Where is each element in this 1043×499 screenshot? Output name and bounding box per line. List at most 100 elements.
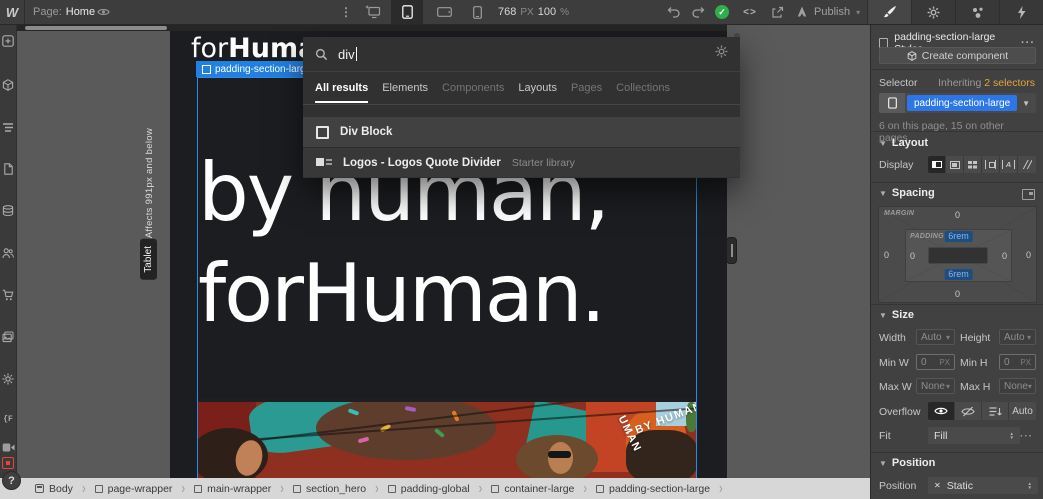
padding-top-value[interactable]: 6rem xyxy=(944,231,973,242)
navigator-icon[interactable] xyxy=(0,119,16,135)
inheriting-info[interactable]: Inheriting 2 selectors xyxy=(938,77,1035,89)
selector-field[interactable]: padding-section-large ▼ xyxy=(879,93,1036,113)
video-icon[interactable] xyxy=(0,439,16,455)
undo-icon[interactable] xyxy=(664,0,684,24)
position-select[interactable]: ✕ Static ▲ ▼ xyxy=(928,477,1038,494)
tab-collections[interactable]: Collections xyxy=(616,82,670,94)
display-grid-icon[interactable] xyxy=(964,156,982,173)
add-elements-icon[interactable] xyxy=(0,33,16,49)
search-result-div-block[interactable]: Div Block xyxy=(303,117,740,147)
breakpoint-tablet-icon[interactable] xyxy=(391,0,423,24)
more-menu-icon[interactable]: ⋮ xyxy=(340,0,352,24)
overflow-visible-eye-icon[interactable] xyxy=(928,402,955,420)
overflow-hidden-eye-slash-icon[interactable] xyxy=(955,402,982,420)
chevron-separator-icon: › xyxy=(280,480,284,497)
selector-caret-icon[interactable]: ▼ xyxy=(1022,99,1030,108)
saved-status-icon[interactable]: ✓ xyxy=(712,0,732,24)
fit-more-icon[interactable]: ··· xyxy=(1020,431,1033,442)
page-selector[interactable]: Page: Home xyxy=(33,0,95,24)
section-size[interactable]: ▼ Size xyxy=(879,309,914,321)
breadcrumb-item[interactable]: padding-global xyxy=(379,483,479,495)
padding-widget[interactable]: PADDING 6rem 6rem 0 0 xyxy=(905,229,1012,282)
width-input[interactable]: Auto ▾ xyxy=(916,329,955,345)
selector-class-pill[interactable]: padding-section-large xyxy=(907,95,1018,111)
section-position-title: Position xyxy=(891,457,936,469)
overflow-scroll-icon[interactable] xyxy=(982,402,1009,420)
height-input[interactable]: Auto ▾ xyxy=(999,329,1036,345)
selected-element-label[interactable]: padding-section-large xyxy=(196,61,318,77)
redo-icon[interactable] xyxy=(688,0,708,24)
settings-gear-icon[interactable] xyxy=(0,371,16,387)
breakpoint-landscape-icon[interactable] xyxy=(429,0,459,24)
tab-all-results[interactable]: All results xyxy=(315,82,369,103)
margin-top-value[interactable]: 0 xyxy=(879,210,1036,220)
display-inline-block-icon[interactable] xyxy=(982,156,1000,173)
ecommerce-cart-icon[interactable] xyxy=(0,287,16,303)
tab-pages[interactable]: Pages xyxy=(571,82,602,94)
pages-icon[interactable] xyxy=(0,161,16,177)
inheriting-count: 2 selectors xyxy=(984,77,1035,89)
display-flex-icon[interactable] xyxy=(946,156,964,173)
assets-icon[interactable] xyxy=(0,329,16,345)
spacing-widget[interactable]: MARGIN 0 0 0 0 PADDING 6rem 6rem 0 0 xyxy=(878,206,1037,303)
help-icon[interactable]: ? xyxy=(2,471,21,490)
chevron-separator-icon: › xyxy=(375,480,379,497)
breadcrumb-item[interactable]: padding-section-large xyxy=(587,483,719,495)
display-inline-icon[interactable]: A xyxy=(1000,156,1018,173)
breadcrumb-item[interactable]: section_hero xyxy=(284,483,375,495)
share-icon[interactable] xyxy=(766,0,788,24)
padding-bottom-value[interactable]: 6rem xyxy=(944,269,973,280)
unit-label: PX xyxy=(1020,357,1031,367)
webflow-logo[interactable]: W xyxy=(0,0,25,24)
tab-settings-gear-icon[interactable] xyxy=(911,0,955,24)
min-w-input[interactable]: 0 PX xyxy=(916,354,955,370)
section-layout[interactable]: ▼ Layout xyxy=(879,137,928,149)
publish-button[interactable]: Publish ▾ xyxy=(796,0,860,24)
canvas-size-readout[interactable]: 768 PX 100 % xyxy=(498,0,569,24)
canvas-resize-handle[interactable] xyxy=(726,237,737,264)
breadcrumb-item-body[interactable]: Body xyxy=(26,483,82,495)
margin-bottom-value[interactable]: 0 xyxy=(879,289,1036,299)
publish-label: Publish xyxy=(814,6,851,18)
display-block-icon[interactable] xyxy=(928,156,946,173)
overflow-auto-option[interactable]: Auto xyxy=(1009,402,1036,420)
code-export-icon[interactable]: <> xyxy=(738,0,762,24)
max-w-input[interactable]: None ▾ xyxy=(916,378,955,394)
cms-database-icon[interactable] xyxy=(0,203,16,219)
breadcrumb-item[interactable]: main-wrapper xyxy=(185,483,280,495)
min-h-input[interactable]: 0 PX xyxy=(999,354,1036,370)
chevron-separator-icon: › xyxy=(478,480,483,497)
spacing-options-icon[interactable] xyxy=(1022,189,1035,200)
preview-eye-icon[interactable] xyxy=(97,0,110,24)
tab-interactions-drops-icon[interactable] xyxy=(955,0,999,24)
create-component-button[interactable]: Create component xyxy=(879,47,1036,64)
breadcrumb-item[interactable]: container-large xyxy=(482,483,583,495)
tab-elements[interactable]: Elements xyxy=(382,82,428,94)
breakpoint-desktop-icon[interactable] xyxy=(357,0,387,24)
section-position[interactable]: ▼ Position xyxy=(879,457,935,469)
fit-select[interactable]: Fill ▲ ▼ xyxy=(928,427,1020,444)
users-icon[interactable] xyxy=(0,245,16,261)
margin-left-value[interactable]: 0 xyxy=(884,250,889,260)
margin-right-value[interactable]: 0 xyxy=(1026,250,1031,260)
padding-right-value[interactable]: 0 xyxy=(1002,251,1007,261)
element-square-icon xyxy=(202,64,211,74)
search-settings-gear-icon[interactable] xyxy=(715,45,728,63)
tab-variables-bolt-icon[interactable] xyxy=(999,0,1043,24)
tab-style-brush-icon[interactable] xyxy=(867,0,911,24)
display-none-icon[interactable] xyxy=(1018,156,1036,173)
tab-components[interactable]: Components xyxy=(442,82,504,94)
breakpoint-portrait-icon[interactable] xyxy=(463,0,491,24)
quick-find-input[interactable]: div xyxy=(303,37,740,72)
search-result-logos-divider[interactable]: Logos - Logos Quote Divider Starter libr… xyxy=(303,147,740,177)
tab-layouts[interactable]: Layouts xyxy=(518,82,557,94)
result-meta: Starter library xyxy=(511,156,575,169)
canvas-hscroll-thumb[interactable] xyxy=(25,26,167,30)
max-h-input[interactable]: None ▾ xyxy=(999,378,1036,394)
screen-record-icon[interactable] xyxy=(0,455,16,471)
breadcrumb-item[interactable]: page-wrapper xyxy=(86,483,182,495)
section-spacing[interactable]: ▼ Spacing xyxy=(879,187,935,199)
components-cube-icon[interactable] xyxy=(0,77,16,93)
logic-icon[interactable]: {F xyxy=(0,411,16,427)
padding-left-value[interactable]: 0 xyxy=(910,251,915,261)
